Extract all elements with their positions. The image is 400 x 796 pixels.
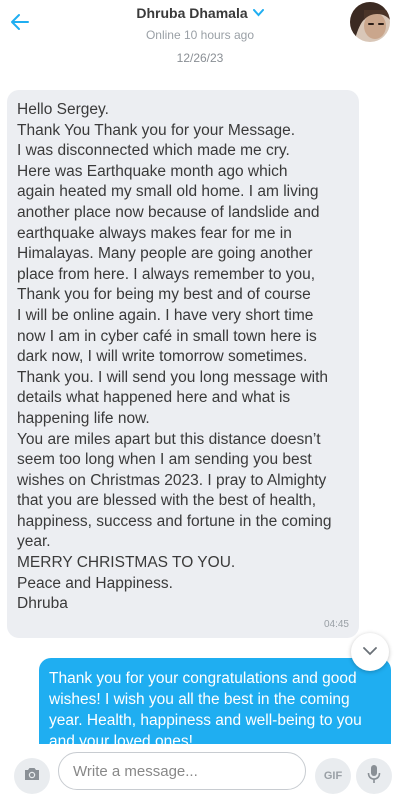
date-separator: 12/26/23: [176, 51, 224, 65]
outgoing-message-text: Thank you for your congratulations and g…: [49, 670, 362, 750]
incoming-message-text: Hello Sergey. Thank You Thank you for yo…: [17, 101, 332, 613]
contact-name: Dhruba Dhamala: [136, 5, 248, 21]
message-timestamp: 04:45: [323, 619, 349, 630]
message-input[interactable]: Write a message...: [58, 752, 306, 790]
avatar[interactable]: [350, 2, 390, 42]
gif-button[interactable]: GIF: [315, 758, 351, 794]
message-composer: Write a message... GIF: [0, 744, 400, 796]
chevron-down-icon: [252, 4, 264, 22]
scroll-down-button[interactable]: [351, 633, 389, 671]
contact-info[interactable]: Dhruba Dhamala Online 10 hours ago: [0, 4, 400, 42]
chat-header: Dhruba Dhamala Online 10 hours ago 12/26…: [0, 0, 400, 70]
outgoing-message-bubble[interactable]: Thank you for your congratulations and g…: [39, 658, 391, 758]
microphone-button[interactable]: [356, 758, 392, 794]
chevron-down-icon: [363, 643, 377, 661]
camera-icon: [23, 766, 41, 787]
microphone-icon: [367, 764, 381, 789]
incoming-message-bubble[interactable]: Hello Sergey. Thank You Thank you for yo…: [7, 90, 359, 638]
presence-status: Online 10 hours ago: [145, 28, 255, 42]
camera-button[interactable]: [14, 758, 50, 794]
